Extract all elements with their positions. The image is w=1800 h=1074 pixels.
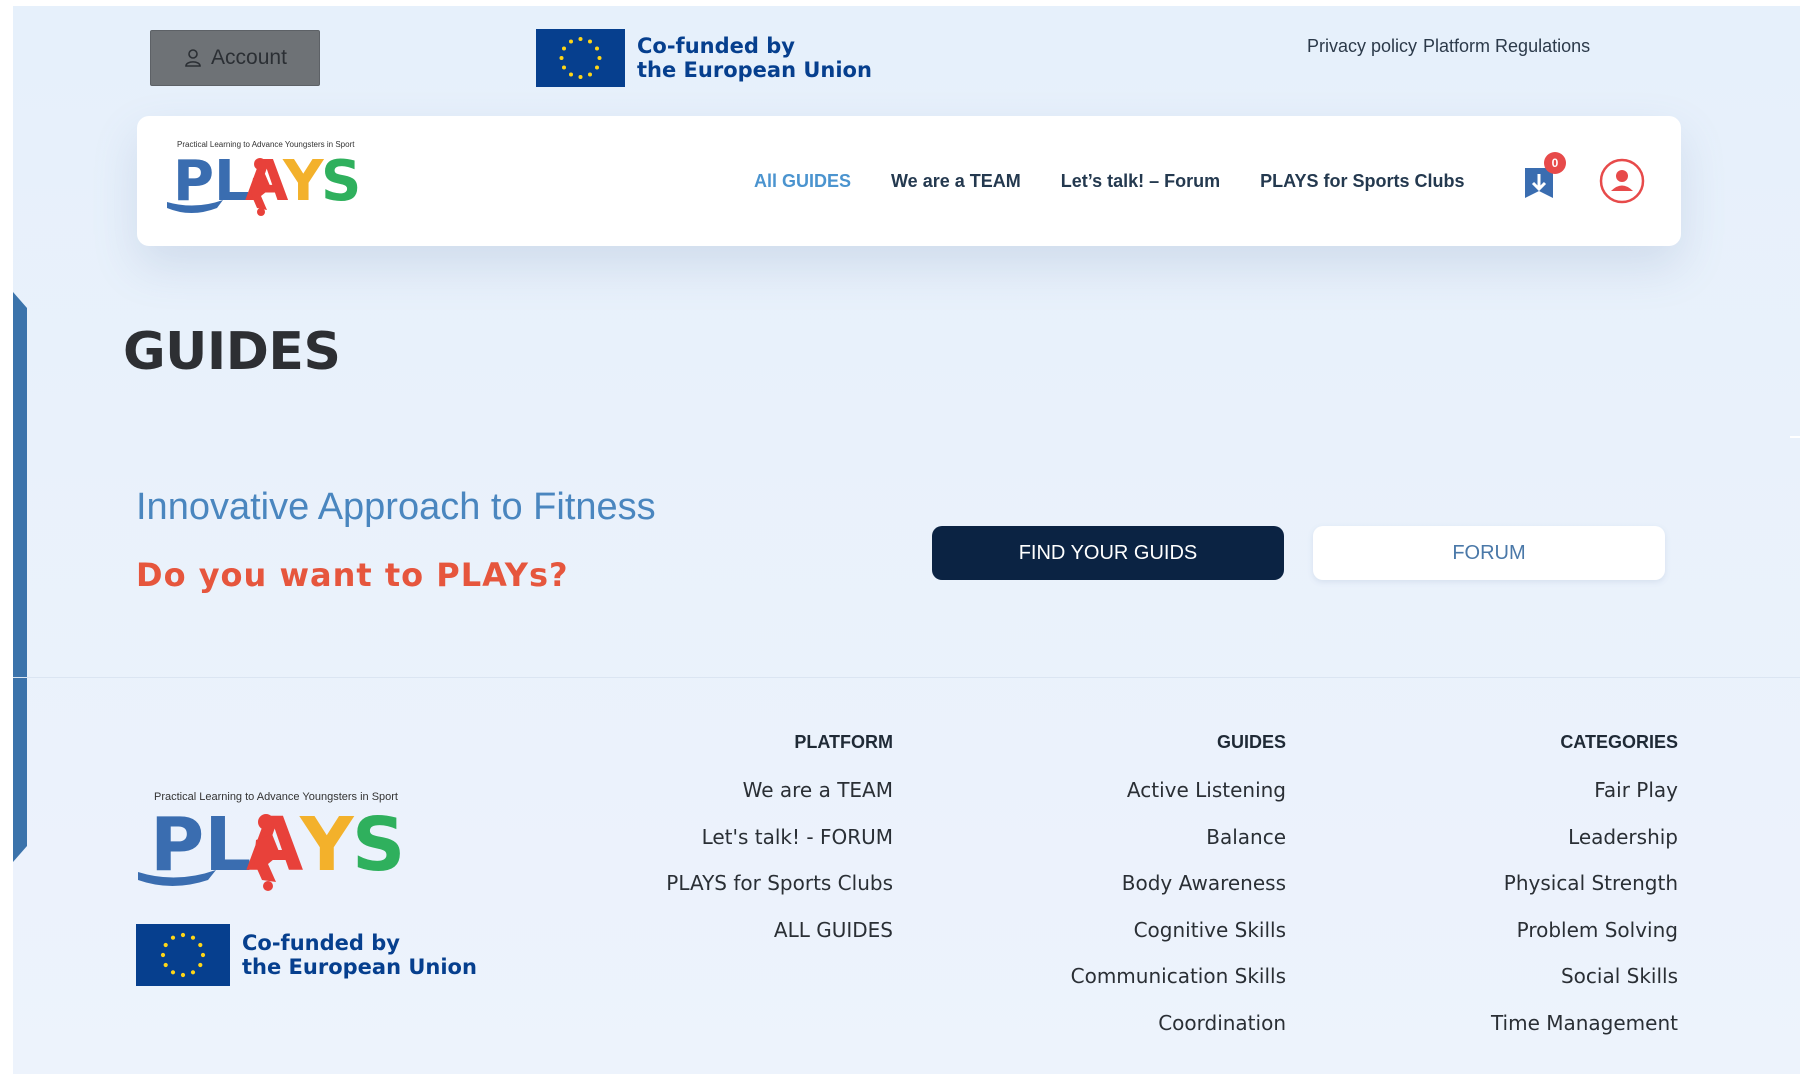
account-button[interactable]: Account bbox=[150, 30, 320, 86]
eu-footer-line-2: the European Union bbox=[242, 955, 477, 979]
top-links: Privacy policy Platform Regulations bbox=[1307, 36, 1590, 57]
eu-star bbox=[569, 39, 573, 44]
user-outline-icon bbox=[185, 49, 201, 67]
eu-flag-icon bbox=[536, 29, 625, 87]
nav-plays-for-sports-clubs[interactable]: PLAYS for Sports Clubs bbox=[1260, 171, 1464, 192]
eu-star bbox=[180, 932, 186, 938]
privacy-policy-link[interactable]: Privacy policy bbox=[1307, 36, 1417, 57]
eu-star bbox=[597, 56, 602, 60]
hero-subtitle: Innovative Approach to Fitness bbox=[136, 486, 656, 528]
left-edge-panel bbox=[13, 292, 27, 862]
eu-cofunded-badge-footer: Co-funded by the European Union bbox=[136, 924, 477, 986]
forum-button[interactable]: FORUM bbox=[1313, 526, 1665, 580]
find-your-guides-button[interactable]: FIND YOUR GUIDS bbox=[932, 526, 1284, 580]
account-label: Account bbox=[211, 46, 287, 69]
eu-star bbox=[163, 942, 168, 948]
footer-link-leadership[interactable]: Leadership bbox=[1491, 822, 1678, 869]
eu-star bbox=[170, 935, 176, 940]
eu-star bbox=[569, 72, 573, 77]
footer-link-all-guides[interactable]: ALL GUIDES bbox=[666, 915, 893, 962]
user-profile-icon[interactable] bbox=[1599, 158, 1645, 204]
eu-star bbox=[595, 65, 599, 70]
footer-platform-column: PLATFORM We are a TEAM Let's talk! - FOR… bbox=[666, 732, 893, 961]
eu-star bbox=[562, 46, 566, 51]
platform-regulations-link[interactable]: Platform Regulations bbox=[1423, 36, 1590, 57]
footer-link-lets-talk-forum[interactable]: Let's talk! - FORUM bbox=[666, 822, 893, 869]
eu-line-2: the European Union bbox=[637, 58, 872, 82]
nav-all-guides[interactable]: All GUIDES bbox=[754, 171, 851, 192]
eu-line-1: Co-funded by bbox=[637, 34, 795, 58]
nav-lets-talk-forum[interactable]: Let’s talk! – Forum bbox=[1061, 171, 1220, 192]
eu-star bbox=[559, 56, 564, 60]
svg-text:S: S bbox=[352, 802, 405, 888]
eu-star bbox=[578, 37, 583, 41]
eu-star bbox=[180, 972, 186, 978]
eu-star bbox=[578, 75, 583, 79]
right-edge-marker bbox=[1790, 436, 1800, 438]
footer-link-plays-for-sports-clubs[interactable]: PLAYS for Sports Clubs bbox=[666, 868, 893, 915]
footer-link-coordination[interactable]: Coordination bbox=[1071, 1008, 1286, 1055]
footer-guides-column: GUIDES Active Listening Balance Body Awa… bbox=[1071, 732, 1286, 1054]
svg-text:Y: Y bbox=[299, 802, 355, 888]
page-title: GUIDES bbox=[123, 322, 341, 382]
hero-question: Do you want to PLAYs? bbox=[136, 556, 569, 594]
footer-link-fair-play[interactable]: Fair Play bbox=[1491, 775, 1678, 822]
footer-divider bbox=[13, 677, 1800, 678]
footer-link-time-management[interactable]: Time Management bbox=[1491, 1008, 1678, 1055]
eu-star bbox=[163, 962, 168, 968]
plays-logo[interactable]: Practical Learning to Advance Youngsters… bbox=[165, 138, 375, 229]
footer-link-social-skills[interactable]: Social Skills bbox=[1491, 961, 1678, 1008]
footer-link-body-awareness[interactable]: Body Awareness bbox=[1071, 868, 1286, 915]
svg-text:PL: PL bbox=[150, 802, 251, 888]
eu-star bbox=[160, 952, 166, 958]
footer-link-physical-strength[interactable]: Physical Strength bbox=[1491, 868, 1678, 915]
footer-guides-heading: GUIDES bbox=[1216, 732, 1286, 752]
eu-star bbox=[562, 65, 566, 70]
main-header: Practical Learning to Advance Youngsters… bbox=[137, 116, 1681, 246]
footer-plays-logo[interactable]: Practical Learning to Advance Youngsters… bbox=[136, 788, 426, 905]
page: Account Co-funded by the European Union … bbox=[13, 6, 1800, 1074]
eu-footer-line-1: Co-funded by bbox=[242, 931, 400, 955]
eu-star bbox=[200, 952, 206, 958]
eu-star bbox=[198, 962, 203, 968]
svg-text:PL: PL bbox=[173, 149, 250, 214]
eu-star bbox=[190, 935, 196, 940]
footer-link-balance[interactable]: Balance bbox=[1071, 822, 1286, 869]
svg-text:S: S bbox=[321, 149, 361, 214]
svg-text:Y: Y bbox=[282, 149, 325, 214]
footer-platform-heading: PLATFORM bbox=[794, 732, 893, 752]
footer-link-communication-skills[interactable]: Communication Skills bbox=[1071, 961, 1286, 1008]
footer-categories-heading: CATEGORIES bbox=[1560, 732, 1678, 752]
eu-cofunded-badge-top: Co-funded by the European Union bbox=[536, 29, 872, 87]
footer-link-problem-solving[interactable]: Problem Solving bbox=[1491, 915, 1678, 962]
nav-we-are-a-team[interactable]: We are a TEAM bbox=[891, 171, 1021, 192]
eu-star bbox=[170, 970, 176, 975]
eu-star bbox=[190, 970, 196, 975]
eu-star bbox=[595, 46, 599, 51]
eu-star bbox=[588, 39, 592, 44]
download-count-badge: 0 bbox=[1544, 152, 1566, 174]
logo-tagline: Practical Learning to Advance Youngsters… bbox=[177, 140, 355, 149]
footer-link-active-listening[interactable]: Active Listening bbox=[1071, 775, 1286, 822]
eu-star bbox=[588, 72, 592, 77]
footer-link-we-are-a-team[interactable]: We are a TEAM bbox=[666, 775, 893, 822]
footer-categories-column: CATEGORIES Fair Play Leadership Physical… bbox=[1491, 732, 1678, 1054]
footer-link-cognitive-skills[interactable]: Cognitive Skills bbox=[1071, 915, 1286, 962]
eu-flag-icon bbox=[136, 924, 230, 986]
main-nav: All GUIDES We are a TEAM Let’s talk! – F… bbox=[754, 116, 1464, 246]
eu-star bbox=[198, 942, 203, 948]
